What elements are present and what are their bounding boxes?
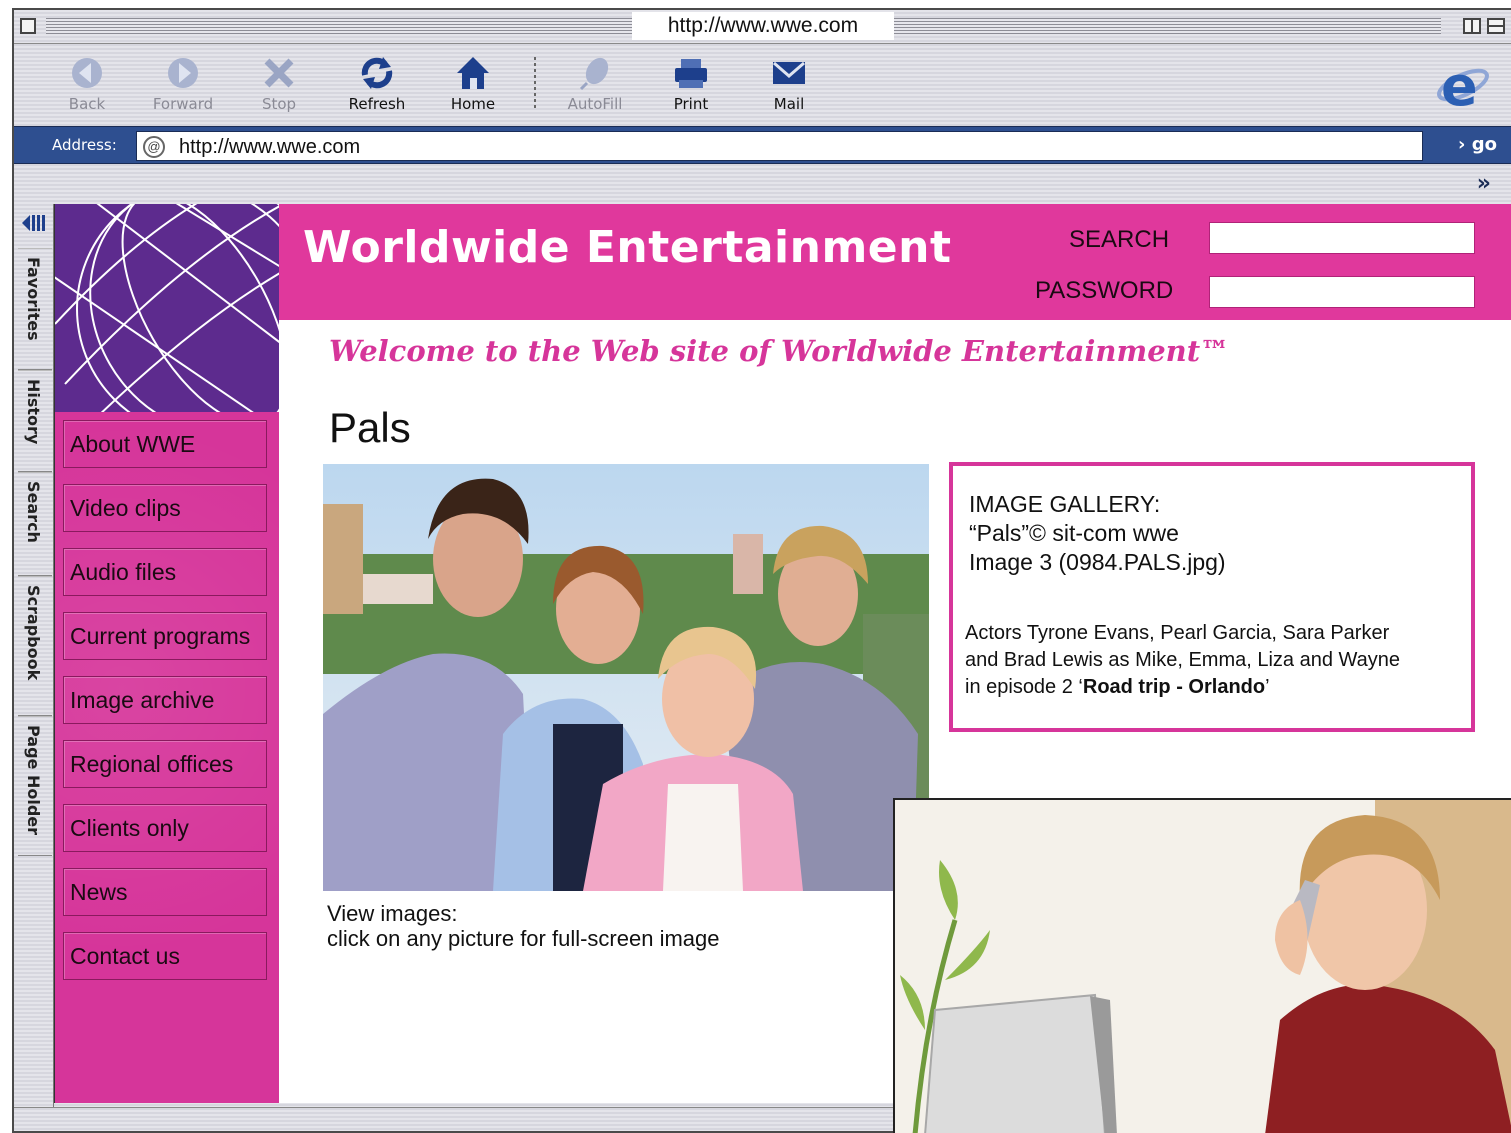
- page-title: Pals: [329, 404, 411, 451]
- tab-search[interactable]: Search: [18, 472, 52, 576]
- gallery-description: Actors Tyrone Evans, Pearl Garcia, Sara …: [965, 620, 1465, 701]
- home-icon: [457, 57, 489, 89]
- tab-history[interactable]: History: [18, 370, 52, 472]
- caption-line-2: click on any picture for full-screen ima…: [327, 926, 720, 951]
- welcome-heading: Welcome to the Web site of Worldwide Ent…: [329, 334, 1230, 368]
- back-button[interactable]: Back: [42, 53, 132, 117]
- back-label: Back: [68, 95, 106, 113]
- gallery-desc-line-1: Actors Tyrone Evans, Pearl Garcia, Sara …: [965, 622, 1390, 644]
- tab-page-holder[interactable]: Page Holder: [18, 716, 52, 856]
- gallery-heading: IMAGE GALLERY: “Pals”© sit-com wwe Image…: [969, 490, 1226, 577]
- nav-audio-files[interactable]: Audio files: [63, 548, 267, 596]
- tab-history-label: History: [24, 379, 43, 445]
- nav-about-wwe[interactable]: About WWE: [63, 420, 267, 468]
- links-bar: »: [14, 165, 1511, 203]
- double-chevron-icon[interactable]: »: [1477, 171, 1491, 196]
- stop-label: Stop: [261, 95, 297, 113]
- gallery-desc-line-3: in episode 2 ‘Road trip - Orlando’: [965, 674, 1465, 701]
- nav-image-archive[interactable]: Image archive: [63, 676, 267, 724]
- back-arrow-icon: [72, 58, 102, 88]
- tab-favorites-label: Favorites: [24, 257, 43, 341]
- autofill-label: AutoFill: [567, 95, 623, 113]
- tab-page-holder-label: Page Holder: [24, 725, 43, 836]
- nav-current-programs[interactable]: Current programs: [63, 612, 267, 660]
- window-title: http://www.wwe.com: [632, 12, 894, 40]
- title-bar: http://www.wwe.com: [14, 10, 1511, 44]
- address-url[interactable]: http://www.wwe.com: [179, 136, 360, 159]
- autofill-button[interactable]: AutoFill: [550, 53, 640, 117]
- stop-x-icon: [264, 58, 294, 88]
- go-label: go: [1471, 134, 1497, 155]
- go-button[interactable]: › go: [1458, 134, 1497, 155]
- password-input[interactable]: [1209, 276, 1475, 308]
- collapse-box-icon[interactable]: [1487, 18, 1505, 34]
- address-field[interactable]: @ http://www.wwe.com: [136, 131, 1423, 161]
- toolbar-separator: [534, 57, 536, 111]
- svg-text:e: e: [1441, 55, 1478, 115]
- address-label: Address:: [52, 136, 117, 154]
- nav-contact-us[interactable]: Contact us: [63, 932, 267, 980]
- autofill-pen-icon: [579, 57, 609, 91]
- explorer-bar: Favorites History Search Scrapbook Page …: [14, 204, 54, 1107]
- print-label: Print: [673, 95, 709, 113]
- episode-prefix: in episode 2 ‘: [965, 676, 1083, 698]
- nav-clients-only[interactable]: Clients only: [63, 804, 267, 852]
- home-label: Home: [450, 95, 496, 113]
- mail-label: Mail: [773, 95, 805, 113]
- site-title: Worldwide Entertainment: [303, 222, 952, 273]
- episode-title: Road trip - Orlando: [1082, 676, 1266, 698]
- home-button[interactable]: Home: [428, 53, 518, 117]
- gallery-line-3: Image 3 (0984.PALS.jpg): [969, 549, 1226, 575]
- tab-scrapbook[interactable]: Scrapbook: [18, 576, 52, 716]
- forward-label: Forward: [152, 95, 214, 113]
- collapse-arrow-icon[interactable]: [20, 212, 48, 234]
- nav-regional-offices[interactable]: Regional offices: [63, 740, 267, 788]
- forward-button[interactable]: Forward: [138, 53, 228, 117]
- tab-favorites[interactable]: Favorites: [18, 248, 52, 370]
- globe-icon: [55, 204, 279, 412]
- tab-scrapbook-label: Scrapbook: [24, 585, 43, 681]
- print-button[interactable]: Print: [646, 53, 736, 117]
- mail-envelope-icon: [773, 61, 805, 84]
- address-bar: Address: @ http://www.wwe.com › go: [14, 126, 1511, 164]
- at-sign-icon: @: [143, 136, 165, 158]
- pals-cast-photo[interactable]: [323, 464, 929, 891]
- gallery-line-1: IMAGE GALLERY:: [969, 491, 1161, 517]
- refresh-icon: [361, 57, 393, 89]
- refresh-button[interactable]: Refresh: [332, 53, 422, 117]
- browser-toolbar: Back Forward Stop Refresh Home AutoFill …: [14, 45, 1511, 125]
- search-input[interactable]: [1209, 222, 1475, 254]
- printer-icon: [675, 59, 707, 88]
- search-label: SEARCH: [1069, 226, 1170, 253]
- image-gallery-info: IMAGE GALLERY: “Pals”© sit-com wwe Image…: [949, 462, 1475, 732]
- internet-explorer-logo-icon: e: [1437, 55, 1489, 115]
- woman-on-phone-image: [895, 800, 1511, 1133]
- woman-on-phone-photo: [893, 798, 1511, 1133]
- gallery-desc-line-2: and Brad Lewis as Mike, Emma, Liza and W…: [965, 649, 1401, 671]
- view-images-caption: View images: click on any picture for fu…: [327, 901, 720, 951]
- episode-suffix: ’: [1265, 676, 1270, 698]
- nav-video-clips[interactable]: Video clips: [63, 484, 267, 532]
- side-navigation: About WWE Video clips Audio files Curren…: [55, 412, 279, 1103]
- password-label: PASSWORD: [1035, 277, 1174, 304]
- cast-group-image: [323, 464, 929, 891]
- zoom-box-icon[interactable]: [1463, 18, 1481, 34]
- refresh-label: Refresh: [348, 95, 406, 113]
- stop-button[interactable]: Stop: [234, 53, 324, 117]
- mail-button[interactable]: Mail: [744, 53, 834, 117]
- nav-news[interactable]: News: [63, 868, 267, 916]
- close-box-icon[interactable]: [20, 18, 36, 34]
- gallery-line-2: “Pals”© sit-com wwe: [969, 520, 1179, 546]
- forward-arrow-icon: [168, 58, 198, 88]
- globe-logo: [55, 204, 279, 412]
- site-header: Worldwide Entertainment SEARCH PASSWORD: [279, 204, 1511, 320]
- tab-search-label: Search: [24, 481, 43, 543]
- caption-line-1: View images:: [327, 901, 458, 926]
